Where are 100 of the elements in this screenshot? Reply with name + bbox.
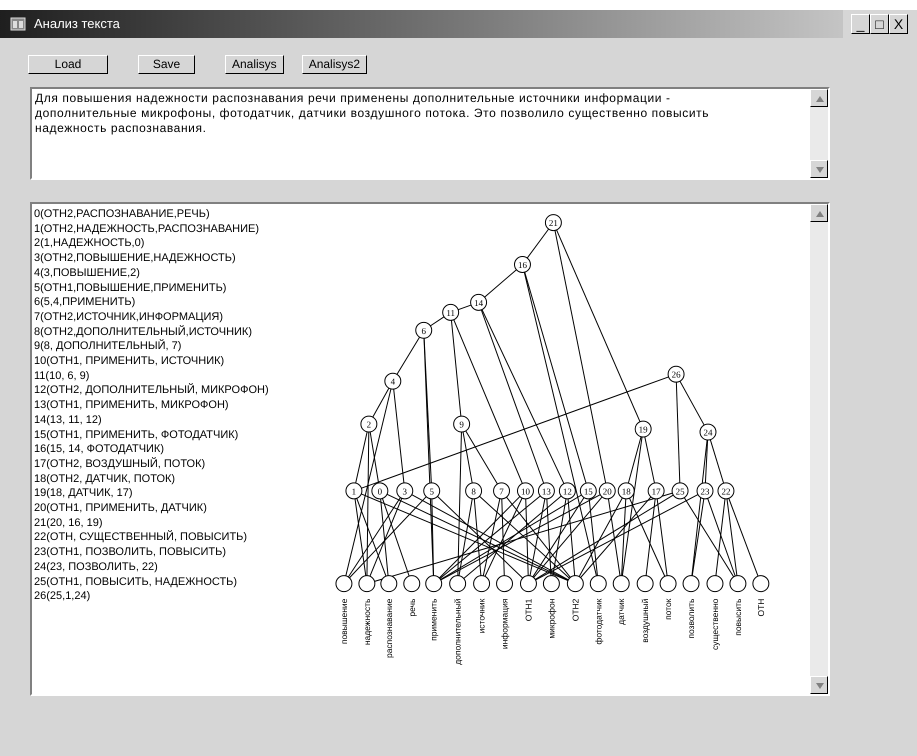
relation-line: 24(23, ПОЗВОЛИТЬ, 22) xyxy=(34,560,159,575)
leaf-label: повысить xyxy=(733,598,744,636)
graph-node: 1 xyxy=(346,482,363,500)
graph-node: 23 xyxy=(696,482,714,500)
leaf-node xyxy=(404,575,420,592)
graph-node: 15 xyxy=(580,482,598,500)
connector-line xyxy=(458,304,472,310)
relation-line: 6(5,4,ПРИМЕНИТЬ) xyxy=(34,295,136,310)
leaf-node xyxy=(706,575,724,592)
graph-node: 25 xyxy=(672,482,689,500)
relation-line: 17(ОТН2, ВОЗДУШНЫЙ, ПОТОК) xyxy=(34,456,206,472)
leaf-node xyxy=(682,575,700,592)
graph-node: 8 xyxy=(465,482,482,500)
relation-line: 23(ОТН1, ПОЗВОЛИТЬ, ПОВЫСИТЬ) xyxy=(34,545,228,560)
relation-line: 25(ОТН1, ПОВЫСИТЬ, НАДЕЖНОСТЬ) xyxy=(34,574,238,590)
relation-line: 10(ОТН1, ПРИМЕНИТЬ, ИСТОЧНИК) xyxy=(34,354,226,369)
graph-node: 9 xyxy=(453,416,470,433)
relation-line: 19(18, ДАТЧИК, 17) xyxy=(34,486,134,502)
scroll-down-button[interactable] xyxy=(810,160,828,178)
relation-line: 9(8, ДОПОЛНИТЕЛЬНЫЙ, 7) xyxy=(34,339,182,354)
leaf-node xyxy=(473,575,490,592)
graph-node: 12 xyxy=(559,482,576,500)
leaf-label: источник xyxy=(476,598,487,634)
graph-node: 0 xyxy=(372,482,389,500)
connector-line xyxy=(526,228,550,259)
leaf-node xyxy=(426,575,442,592)
relation-line: 14(13, 11, 12) xyxy=(34,412,103,428)
relation-line: 5(ОТН1,ПОВЫШЕНИЕ,ПРИМЕНИТЬ) xyxy=(34,280,228,296)
graph-node: 2 xyxy=(360,416,378,433)
leaf-label: поток xyxy=(663,598,674,620)
leaf-node xyxy=(496,575,514,592)
leaf-node xyxy=(380,575,398,592)
leaf-label: микрофон xyxy=(546,598,557,639)
graph-node: 5 xyxy=(424,482,440,500)
leaf-label: ОТН1 xyxy=(524,598,534,622)
leaf-label: речь xyxy=(407,598,418,617)
app-icon xyxy=(10,17,26,31)
leaf-label: ОТН xyxy=(756,598,766,616)
graph-node: 10 xyxy=(517,482,534,500)
leaf-node xyxy=(752,575,770,592)
window-control-button[interactable]: X xyxy=(889,14,908,34)
connector-line xyxy=(430,316,445,326)
text-value: Для повышения надежности распознавания речи применены дополнительные источники информации - дополнительные микрофоны, фотодатчик, датчики воздушного потока. Это позволило существенно повысить надежность распознавания. xyxy=(34,90,710,137)
toolbar-button[interactable]: Load xyxy=(28,55,108,74)
leaf-node xyxy=(336,575,353,592)
leaf-node xyxy=(520,575,538,592)
graph-node: 17 xyxy=(648,482,665,500)
leaf-label: позволить xyxy=(686,598,696,639)
leaf-label: ОТН2 xyxy=(570,598,581,622)
relation-line: 21(20, 16, 19) xyxy=(34,516,104,530)
relation-line: 22(ОТН, СУЩЕСТВЕННЫЙ, ПОВЫСИТЬ) xyxy=(34,530,248,546)
leaf-label: надежность xyxy=(362,598,372,646)
graph-node: 24 xyxy=(700,424,717,441)
toolbar-button[interactable]: Save xyxy=(138,55,195,74)
graph-node: 7 xyxy=(493,482,510,500)
leaf-label: информация xyxy=(500,598,510,650)
relation-line: 1(ОТН2,НАДЕЖНОСТЬ,РАСПОЗНАВАНИЕ) xyxy=(34,222,260,236)
relation-line: 12(ОТН2, ДОПОЛНИТЕЛЬНЫЙ, МИКРОФОН) xyxy=(34,383,270,398)
relation-line: 20(ОТН1, ПРИМЕНИТЬ, ДАТЧИК) xyxy=(34,501,208,516)
window-title: Анализ текста xyxy=(34,15,120,34)
graph-node: 3 xyxy=(396,482,414,500)
scroll-down-button[interactable] xyxy=(810,676,828,694)
scroll-up-button[interactable] xyxy=(810,204,828,222)
leaf-label: существенно xyxy=(710,598,720,650)
leaf-label: датчик xyxy=(616,598,626,625)
window-control-button[interactable]: _ xyxy=(851,14,870,34)
leaf-label: применить xyxy=(428,598,439,641)
toolbar-button[interactable]: Analisys xyxy=(225,55,284,74)
relation-line: 3(ОТН2,ПОВЫШЕНИЕ,НАДЕЖНОСТЬ) xyxy=(34,251,237,266)
scroll-up-button[interactable] xyxy=(810,89,828,107)
leaf-node xyxy=(449,575,466,592)
graph-node: 4 xyxy=(384,372,402,390)
relation-line: 8(ОТН2,ДОПОЛНИТЕЛЬНЫЙ,ИСТОЧНИК) xyxy=(34,324,254,339)
relation-line: 16(15, 14, ФОТОДАТЧИК) xyxy=(34,442,166,457)
graph-node: 14 xyxy=(470,294,488,311)
leaf-label: фотодатчик xyxy=(594,598,604,645)
graph-node: 13 xyxy=(538,482,556,500)
text-field[interactable] xyxy=(30,87,830,180)
toolbar-button[interactable]: Analisys2 xyxy=(302,55,368,74)
relation-line: 11(10, 6, 9) xyxy=(34,368,90,383)
graph-node: 6 xyxy=(416,322,432,339)
graph-node: 26 xyxy=(668,366,685,383)
leaf-node xyxy=(358,575,376,592)
relation-line: 26(25,1,24) xyxy=(34,589,92,604)
leaf-node xyxy=(636,575,654,592)
leaf-node xyxy=(730,575,747,592)
relation-line: 4(3,ПОВЫШЕНИЕ,2) xyxy=(34,266,141,281)
leaf-node xyxy=(660,575,677,592)
connector-line xyxy=(484,269,518,298)
graph-node: 21 xyxy=(545,214,562,232)
relation-line: 15(ОТН1, ПРИМЕНИТЬ, ФОТОДАТЧИК) xyxy=(34,428,240,442)
graph-node: 18 xyxy=(618,482,635,500)
window-control-button[interactable]: □ xyxy=(870,14,889,34)
leaf-label: воздушный xyxy=(640,598,650,643)
leaf-node xyxy=(590,575,608,592)
leaf-label: распознавание xyxy=(384,598,394,658)
relation-line: 13(ОТН1, ПРИМЕНИТЬ, МИКРОФОН) xyxy=(34,398,230,413)
leaf-label: дополнительный xyxy=(452,598,463,665)
graph-node: 11 xyxy=(442,304,460,321)
leaf-node xyxy=(543,575,560,592)
